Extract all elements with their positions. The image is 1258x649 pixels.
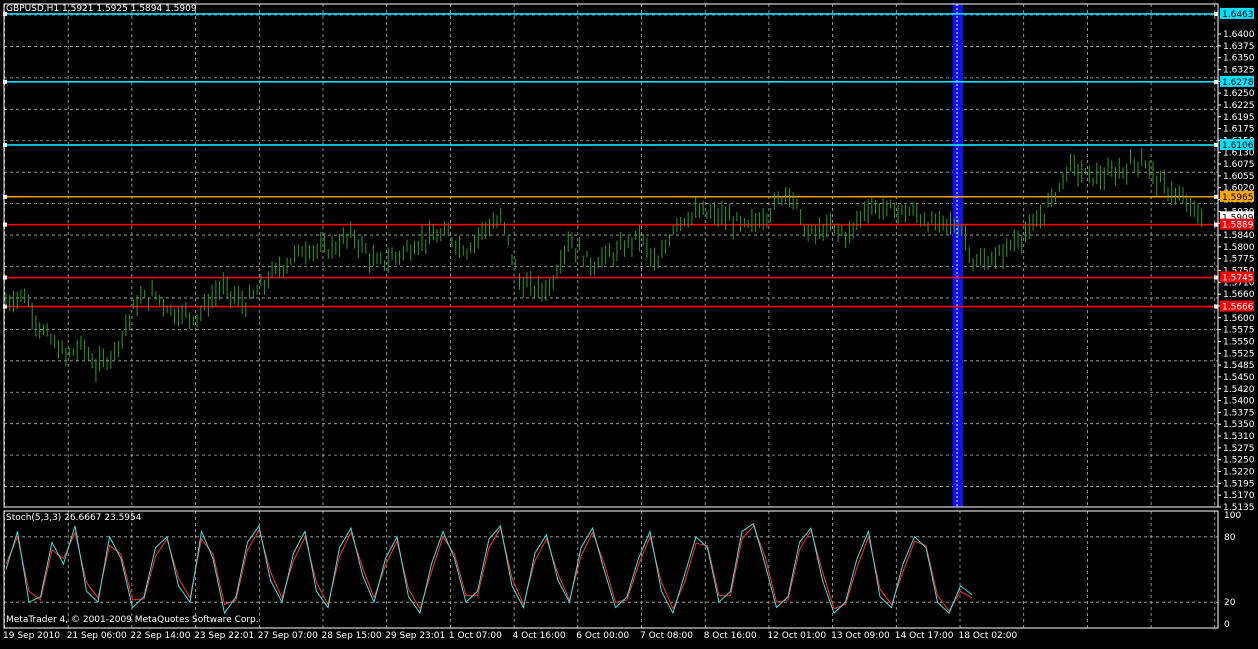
level-label: 1.5965: [1222, 193, 1254, 203]
price-tick-label: 1.6055: [1223, 172, 1255, 182]
price-tick-label: 1.6375: [1223, 42, 1255, 52]
price-tick-label: 1.5485: [1223, 361, 1255, 371]
stoch-tick-label: 20: [1224, 598, 1236, 608]
price-tick-label: 1.5420: [1223, 385, 1255, 395]
price-tick-label: 1.5170: [1223, 491, 1255, 501]
time-axis-label: 7 Oct 08:00: [640, 631, 693, 641]
time-axis-label: 19 Sep 2010: [3, 631, 61, 641]
chart-canvas[interactable]: 1.64001.63751.63501.63251.62851.62501.62…: [0, 0, 1258, 645]
copyright-text: MetaTrader 4, © 2001-2009 MetaQuotes Sof…: [6, 615, 259, 625]
price-tick-label: 1.5450: [1223, 373, 1255, 383]
level-label: 1.6106: [1222, 141, 1254, 151]
price-tick-label: 1.6225: [1223, 101, 1255, 111]
price-tick-label: 1.5350: [1223, 420, 1255, 430]
time-axis-label: 28 Sep 15:00: [321, 631, 382, 641]
level-label: 1.5745: [1222, 274, 1254, 284]
price-tick-label: 1.5220: [1223, 468, 1255, 478]
stoch-axis: 100 80 20 0: [1224, 511, 1241, 630]
price-tick-label: 1.5525: [1223, 349, 1255, 359]
price-tick-label: 1.5575: [1223, 326, 1255, 336]
price-tick-label: 1.5400: [1223, 397, 1255, 407]
price-tick-label: 1.6400: [1223, 30, 1255, 40]
price-tick-label: 1.5250: [1223, 456, 1255, 466]
symbol-info: GBPUSD,H1 1.5921 1.5925 1.5894 1.5909: [6, 4, 197, 14]
selection-band: [953, 4, 963, 507]
time-axis-label: 22 Sep 14:00: [130, 631, 191, 641]
level-label: 1.6278: [1222, 78, 1254, 88]
price-tick-label: 1.6325: [1223, 65, 1255, 75]
time-axis-label: 12 Oct 01:00: [767, 631, 827, 641]
price-tick-label: 1.5195: [1223, 479, 1255, 489]
time-axis-label: 4 Oct 16:00: [512, 631, 566, 641]
price-axis: 1.64001.63751.63501.63251.62851.62501.62…: [1218, 30, 1255, 513]
level-anchor[interactable]: [1214, 142, 1218, 147]
level-anchor[interactable]: [1214, 275, 1218, 280]
level-anchor[interactable]: [1214, 79, 1218, 84]
level-label: 1.5666: [1222, 303, 1254, 313]
horizontal-levels: [3, 11, 1218, 309]
level-anchor[interactable]: [1214, 194, 1218, 199]
price-tick-label: 1.6075: [1223, 160, 1255, 170]
level-anchor[interactable]: [1214, 11, 1218, 16]
price-tick-label: 1.5275: [1223, 444, 1255, 454]
time-axis-label: 6 Oct 00:00: [576, 631, 630, 641]
price-tick-label: 1.6195: [1223, 113, 1255, 123]
time-axis-label: 18 Oct 02:00: [958, 631, 1018, 641]
price-tick-label: 1.5550: [1223, 337, 1255, 347]
indicator-info: Stoch(5,3,3) 26.6667 23.5954: [6, 513, 142, 523]
time-axis-label: 27 Sep 07:00: [257, 631, 318, 641]
price-tick-label: 1.6250: [1223, 89, 1255, 99]
price-tick-label: 1.5840: [1223, 231, 1255, 241]
price-bars: [5, 147, 1203, 383]
stoch-tick-label: 100: [1224, 511, 1241, 521]
time-axis-label: 23 Sep 22:01: [194, 631, 255, 641]
price-tick-label: 1.5310: [1223, 432, 1255, 442]
price-tick-label: 1.5660: [1223, 290, 1255, 300]
level-label: 1.5889: [1222, 221, 1254, 231]
level-anchor[interactable]: [1214, 222, 1218, 227]
selection-band-rect: [953, 4, 963, 507]
time-axis-label: 1 Oct 07:00: [448, 631, 502, 641]
price-tick-label: 1.5800: [1223, 243, 1255, 253]
price-tick-label: 1.6350: [1223, 54, 1255, 64]
price-tick-label: 1.5375: [1223, 408, 1255, 418]
level-label: 1.6463: [1222, 10, 1254, 20]
time-axis-label: 13 Oct 09:00: [831, 631, 890, 641]
metatrader-chart-window[interactable]: 1.64001.63751.63501.63251.62851.62501.62…: [0, 0, 1258, 645]
time-axis-label: 8 Oct 16:00: [703, 631, 757, 641]
price-tick-label: 1.5775: [1223, 255, 1255, 265]
main-chart-border: [3, 3, 1219, 508]
stoch-tick-label: 0: [1224, 620, 1230, 630]
time-axis-label: 21 Sep 06:00: [66, 631, 127, 641]
price-tick-label: 1.5600: [1223, 314, 1255, 324]
indicator-border: [3, 510, 1219, 629]
level-anchor[interactable]: [1214, 304, 1218, 309]
stoch-tick-label: 80: [1224, 533, 1236, 543]
price-tick-label: 1.6175: [1223, 125, 1255, 135]
time-axis-label: 14 Oct 17:00: [894, 631, 954, 641]
time-axis-label: 29 Sep 23:01: [385, 631, 446, 641]
